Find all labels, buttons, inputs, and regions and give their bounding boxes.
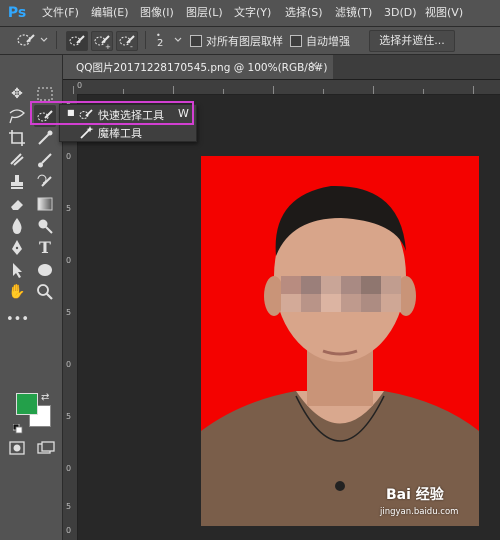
ruler-label: 0 — [77, 81, 83, 90]
path-selection-tool-icon[interactable] — [6, 259, 28, 281]
clone-stamp-tool-icon[interactable] — [6, 171, 28, 193]
auto-enhance-label: 自动增强 — [306, 35, 350, 48]
baidu-watermark-url: jingyan.baidu.com — [380, 507, 459, 517]
ruler-label: 5 — [66, 412, 72, 421]
menu-select[interactable]: 选择(S) — [285, 0, 323, 26]
quick-selection-add-icon: + — [94, 35, 111, 51]
eraser-tool-icon[interactable] — [6, 193, 28, 215]
select-and-mask-button[interactable]: 选择并遮住... — [369, 30, 455, 52]
menu-filter[interactable]: 滤镜(T) — [335, 0, 372, 26]
menu-bar: Ps 文件(F) 编辑(E) 图像(I) 图层(L) 文字(Y) 选择(S) 滤… — [0, 0, 500, 27]
ruler-label: 0 — [66, 152, 72, 161]
zoom-tool-icon[interactable] — [34, 281, 56, 303]
svg-text:-: - — [130, 42, 133, 50]
flyout-item-label: 魔棒工具 — [98, 127, 142, 140]
sample-all-layers-checkbox[interactable] — [190, 35, 202, 47]
portrait-image — [201, 156, 479, 526]
quick-selection-new-icon — [69, 35, 85, 46]
ruler-label: 5 — [66, 502, 72, 511]
svg-text:+: + — [105, 43, 111, 50]
menu-layer[interactable]: 图层(L) — [186, 0, 223, 26]
swap-colors-icon[interactable]: ⇄ — [41, 392, 49, 403]
pen-tool-icon[interactable] — [6, 237, 28, 259]
ellipse-tool-icon[interactable] — [34, 259, 56, 281]
photoshop-logo[interactable]: Ps — [4, 3, 30, 23]
add-to-selection-button[interactable]: + — [91, 31, 113, 51]
vertical-ruler[interactable]: 5 0 5 0 5 0 5 0 5 0 — [63, 94, 78, 540]
divider — [145, 31, 146, 49]
hand-tool-icon[interactable]: ✋ — [6, 281, 28, 303]
quick-selection-icon — [17, 34, 48, 46]
ruler-label: 0 — [66, 256, 72, 265]
menu-image[interactable]: 图像(I) — [140, 0, 174, 26]
horizontal-ruler[interactable]: 0 — [63, 80, 500, 95]
menu-file[interactable]: 文件(F) — [42, 0, 79, 26]
screen-mode-icon[interactable] — [37, 440, 55, 454]
quick-mask-icon[interactable] — [9, 440, 25, 455]
portrait-photo[interactable] — [201, 156, 479, 526]
foreground-color-swatch[interactable] — [16, 393, 38, 415]
menu-3d[interactable]: 3D(D) — [384, 0, 417, 26]
ruler-label: 0 — [66, 526, 72, 535]
menu-type[interactable]: 文字(Y) — [234, 0, 271, 26]
mosaic-blur — [281, 276, 401, 312]
ruler-label: 0 — [66, 464, 72, 473]
blur-tool-icon[interactable] — [6, 215, 28, 237]
brush-size-picker[interactable]: • 2 — [152, 31, 192, 50]
history-brush-tool-icon[interactable] — [34, 171, 56, 193]
ruler-label: 0 — [66, 360, 72, 369]
chevron-down-icon — [174, 37, 182, 42]
tools-panel: ✥ T ✋ ••• ⇄ — [0, 55, 63, 540]
sample-all-layers-label: 对所有图层取样 — [206, 35, 283, 48]
gradient-tool-icon[interactable] — [34, 193, 56, 215]
divider — [56, 31, 57, 49]
ruler-label: 5 — [66, 204, 72, 213]
highlight-box — [30, 101, 194, 125]
quick-selection-subtract-icon: - — [119, 35, 135, 51]
document-title: QQ图片20171228170545.png @ 100%(RGB/8#) — [76, 62, 328, 74]
auto-enhance-checkbox[interactable] — [290, 35, 302, 47]
dodge-tool-icon[interactable] — [34, 215, 56, 237]
default-colors-icon[interactable] — [12, 419, 23, 434]
menu-view[interactable]: 视图(V) — [425, 0, 463, 26]
brush-tool-icon[interactable] — [34, 149, 56, 171]
type-tool-icon[interactable]: T — [34, 237, 56, 259]
healing-brush-tool-icon[interactable] — [6, 149, 28, 171]
lasso-tool-icon[interactable] — [6, 105, 28, 127]
ruler-label: 5 — [66, 308, 72, 317]
eyedropper-tool-icon[interactable] — [34, 127, 56, 149]
subtract-from-selection-button[interactable]: - — [116, 31, 138, 51]
menu-edit[interactable]: 编辑(E) — [91, 0, 129, 26]
options-bar: + - • 2 对所有图层取样 自动增强 选择并遮住... — [0, 27, 500, 55]
new-selection-button[interactable] — [66, 31, 88, 51]
baidu-watermark: Bai 经验 — [386, 487, 444, 503]
more-tools-icon[interactable]: ••• — [6, 309, 29, 331]
move-tool-icon[interactable]: ✥ — [6, 83, 28, 105]
crop-tool-icon[interactable] — [6, 127, 28, 149]
brush-size-value: 2 — [157, 38, 164, 49]
magic-wand-icon — [80, 126, 94, 139]
flyout-item-magic-wand[interactable]: 魔棒工具 — [60, 123, 196, 141]
close-tab-icon[interactable]: × — [309, 58, 319, 72]
tool-preset-picker[interactable] — [14, 30, 50, 50]
chevron-down-icon — [40, 37, 48, 42]
